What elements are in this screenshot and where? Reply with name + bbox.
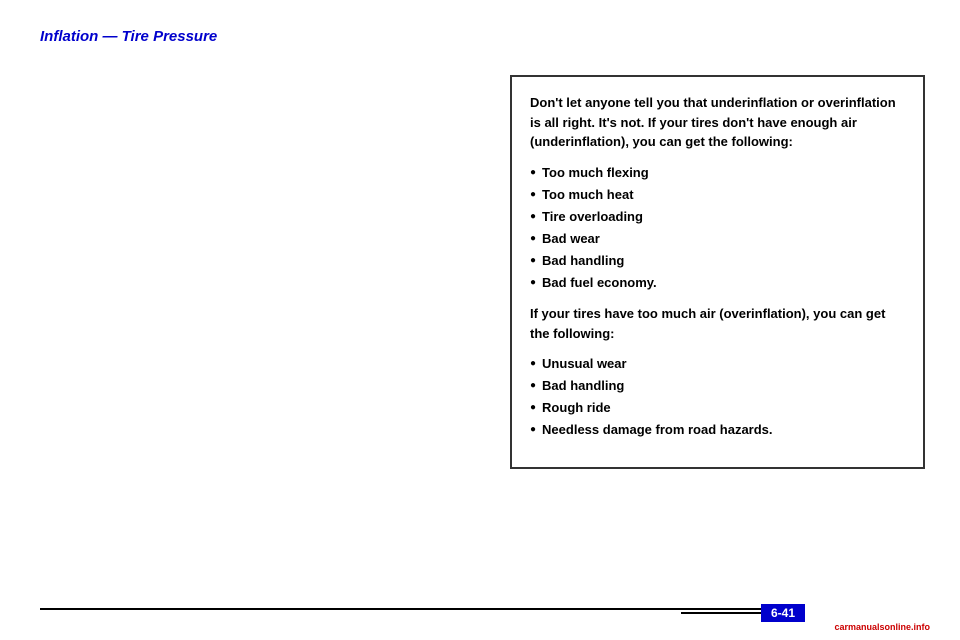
page-number-area: 6-41 [681, 604, 805, 622]
list-item: Rough ride [530, 397, 905, 419]
intro-text: Don't let anyone tell you that underinfl… [530, 93, 905, 152]
info-box: Don't let anyone tell you that underinfl… [510, 75, 925, 469]
list-item: Too much heat [530, 184, 905, 206]
list-item: Bad handling [530, 375, 905, 397]
list-item-text: Too much heat [542, 184, 633, 206]
overinflation-intro: If your tires have too much air (overinf… [530, 304, 905, 343]
list-item-text: Rough ride [542, 397, 611, 419]
list-item-text: Needless damage from road hazards. [542, 419, 772, 441]
list-item-text: Too much flexing [542, 162, 649, 184]
list-item-text: Bad wear [542, 228, 600, 250]
list-item: Unusual wear [530, 353, 905, 375]
list-item: Bad fuel economy. [530, 272, 905, 294]
page-number-badge: 6-41 [761, 604, 805, 622]
site-watermark: carmanualsonline.info [834, 622, 930, 632]
list-item: Bad wear [530, 228, 905, 250]
list-item: Needless damage from road hazards. [530, 419, 905, 441]
page-title: Inflation — Tire Pressure [40, 28, 217, 45]
list-item-text: Unusual wear [542, 353, 627, 375]
underinflation-list: Too much flexing Too much heat Tire over… [530, 162, 905, 295]
list-item: Bad handling [530, 250, 905, 272]
list-item: Tire overloading [530, 206, 905, 228]
list-item: Too much flexing [530, 162, 905, 184]
page-number-line [681, 612, 761, 614]
list-item-text: Bad fuel economy. [542, 272, 657, 294]
overinflation-list: Unusual wear Bad handling Rough ride Nee… [530, 353, 905, 441]
list-item-text: Bad handling [542, 250, 624, 272]
page-container: Inflation — Tire Pressure Don't let anyo… [0, 0, 960, 640]
list-item-text: Tire overloading [542, 206, 643, 228]
list-item-text: Bad handling [542, 375, 624, 397]
